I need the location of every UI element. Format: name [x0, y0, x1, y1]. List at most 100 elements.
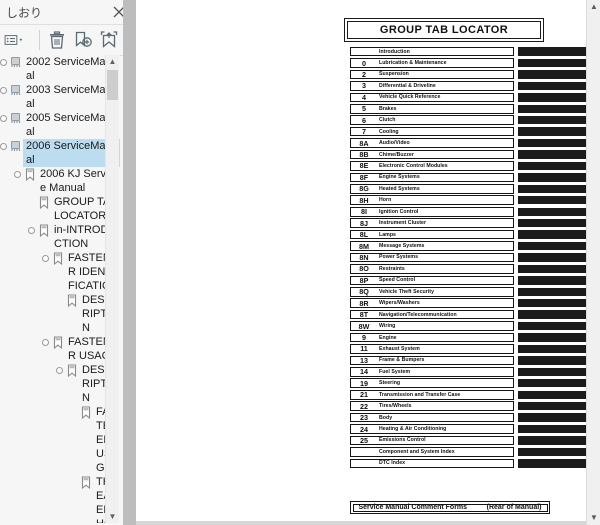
group-tab-row[interactable]: 8I Ignition Control — [350, 206, 586, 217]
bookmark-item[interactable]: DESCRIPTION — [0, 293, 120, 335]
group-tab-row[interactable]: 8R Wipers/Washers — [350, 298, 586, 309]
group-tab-row[interactable]: 8M Message Systems — [350, 240, 586, 251]
expand-toggle-icon[interactable] — [0, 55, 9, 70]
group-tab-row-box: 23 Body — [350, 412, 514, 423]
scroll-down-button[interactable]: ▼ — [587, 511, 600, 525]
group-tab-row-box: 11 Exhaust System — [350, 344, 514, 354]
group-tab-row[interactable]: 3 Differential & Driveline — [350, 80, 586, 91]
group-tab-row[interactable]: 6 Clutch — [350, 115, 586, 126]
group-tab-row[interactable]: 8W Wiring — [350, 321, 586, 332]
bookmark-item[interactable]: FASTENER USAGE — [0, 335, 120, 363]
group-tab-row[interactable]: 9 Engine — [350, 332, 586, 343]
group-tab-row[interactable]: 13 Frame & Bumpers — [350, 355, 586, 366]
group-tab-marker — [518, 161, 586, 171]
document-scrollbar[interactable]: ▲ ▼ — [586, 0, 600, 525]
bookmark-icon-glyph — [25, 168, 35, 182]
group-tab-row-box: 25 Emissions Control — [350, 435, 514, 446]
bookmark-tree[interactable]: 2002 ServiceManual 2003 ServiceManual 2005… — [0, 55, 120, 523]
scroll-thumb[interactable] — [588, 16, 600, 316]
group-tab-row-box: 2 Suspension — [350, 69, 514, 80]
bookmark-scroll-thumb[interactable] — [107, 70, 118, 100]
bookmark-scroll-up-button[interactable]: ▲ — [106, 55, 119, 68]
group-tab-row[interactable]: 8L Lamps — [350, 229, 586, 240]
expand-bookmarks-icon[interactable] — [98, 29, 120, 51]
group-tab-marker — [518, 184, 586, 194]
group-tab-marker — [518, 287, 586, 296]
group-number: 23 — [360, 413, 368, 423]
group-tab-row[interactable]: 8H Horn — [350, 195, 586, 206]
group-tab-row[interactable]: 7 Cooling — [350, 126, 586, 137]
group-tab-row[interactable]: 24 Heating & Air Conditioning — [350, 423, 586, 434]
expand-toggle-glyph — [42, 255, 49, 262]
bookmark-item[interactable]: 2003 ServiceManual — [0, 83, 120, 111]
bookmark-item[interactable]: DESCRIPTION — [0, 363, 120, 405]
expand-toggle-glyph — [56, 367, 63, 374]
add-bookmark-icon[interactable] — [72, 29, 94, 51]
group-tab-row[interactable]: Component and System Index — [350, 446, 586, 457]
expand-toggle-icon[interactable] — [0, 111, 9, 126]
group-number: 3 — [362, 81, 366, 91]
group-tab-row[interactable]: Introduction — [350, 46, 586, 57]
trash-icon[interactable] — [46, 29, 68, 51]
group-tab-row[interactable]: 8N Power Systems — [350, 252, 586, 263]
expand-toggle-icon[interactable] — [42, 251, 51, 266]
group-tab-marker — [518, 241, 586, 251]
bookmark-item[interactable]: FASTENER USAGE — [0, 405, 120, 475]
group-tab-row[interactable]: 14 Fuel System — [350, 366, 586, 377]
group-tab-row[interactable]: 19 Steering — [350, 378, 586, 389]
expand-toggle-icon[interactable] — [14, 167, 23, 182]
group-tab-marker — [518, 93, 586, 102]
group-tab-row[interactable]: 2 Suspension — [350, 69, 586, 80]
group-tab-row[interactable]: 8O Restraints — [350, 263, 586, 274]
manual-icon-glyph — [11, 113, 21, 123]
group-tab-row[interactable]: 25 Emissions Control — [350, 435, 586, 446]
group-tab-row[interactable]: 8B Chime/Buzzer — [350, 149, 586, 160]
group-name: Steering — [379, 380, 401, 387]
bookmark-item[interactable]: THREADED HOLE REPAIR — [0, 475, 120, 523]
scroll-up-button[interactable]: ▲ — [587, 0, 600, 14]
bookmark-item[interactable]: 2002 ServiceManual — [0, 55, 120, 83]
bookmark-item[interactable]: 2006 KJ Service Manual — [0, 167, 120, 195]
expand-toggle-icon[interactable] — [56, 363, 65, 378]
bookmark-panel: しおり 2002 ServiceManual 2003 ServiceManua… — [0, 0, 136, 525]
group-number: 25 — [360, 435, 368, 445]
expand-toggle-icon[interactable] — [42, 335, 51, 350]
group-tab-row[interactable]: 11 Exhaust System — [350, 343, 586, 354]
bookmark-item[interactable]: 2005 ServiceManual — [0, 111, 120, 139]
group-tab-row[interactable]: 8T Navigation/Telecommunication — [350, 309, 586, 320]
group-number: 0 — [362, 58, 366, 68]
group-tab-row[interactable]: 0 Lubrication & Maintenance — [350, 57, 586, 68]
expand-bookmarks-icon-glyph — [100, 31, 118, 48]
group-tab-row[interactable]: 21 Transmission and Transfer Case — [350, 389, 586, 400]
group-tab-row[interactable]: 23 Body — [350, 412, 586, 423]
bookmark-item[interactable]: GROUP TAB LOCATOR — [0, 195, 120, 223]
expand-toggle-icon[interactable] — [28, 223, 37, 238]
group-tab-row[interactable]: 4 Vehicle Quick Reference — [350, 92, 586, 103]
group-tab-row-box: 4 Vehicle Quick Reference — [350, 92, 514, 103]
group-tab-row[interactable]: 8J Instrument Cluster — [350, 218, 586, 229]
group-tab-row[interactable]: 8G Heated Systems — [350, 183, 586, 194]
group-number: 8W — [358, 321, 370, 331]
group-tab-row[interactable]: 8Q Vehicle Theft Security — [350, 286, 586, 297]
bookmark-item[interactable]: 2006 ServiceManual — [0, 139, 120, 167]
bookmark-scroll-down-button[interactable]: ▼ — [106, 510, 119, 523]
manual-icon-glyph — [11, 57, 21, 67]
panel-resize-divider[interactable] — [123, 0, 136, 525]
group-name: Transmission and Transfer Case — [379, 391, 461, 398]
list-options-icon[interactable] — [4, 29, 34, 51]
group-tab-row[interactable]: DTC Index — [350, 458, 586, 469]
group-tab-row[interactable]: 8A Audio/Video — [350, 138, 586, 149]
bookmark-item[interactable]: FASTENER IDENTIFICATION — [0, 251, 120, 293]
bookmark-item[interactable]: in-INTRODUCTION — [0, 223, 120, 251]
expand-toggle-icon[interactable] — [0, 83, 9, 98]
group-tab-row[interactable]: 8F Engine Systems — [350, 172, 586, 183]
page-title: GROUP TAB LOCATOR — [379, 24, 509, 36]
expand-toggle-icon[interactable] — [0, 139, 9, 154]
group-name: Chime/Buzzer — [379, 151, 414, 158]
group-tab-row[interactable]: 8E Electronic Control Modules — [350, 160, 586, 171]
group-tab-row[interactable]: 22 Tires/Wheels — [350, 401, 586, 412]
bookmark-panel-scrollbar[interactable]: ▲ ▼ — [105, 55, 119, 523]
group-tab-row[interactable]: 5 Brakes — [350, 103, 586, 114]
group-tab-row[interactable]: 8P Speed Control — [350, 275, 586, 286]
